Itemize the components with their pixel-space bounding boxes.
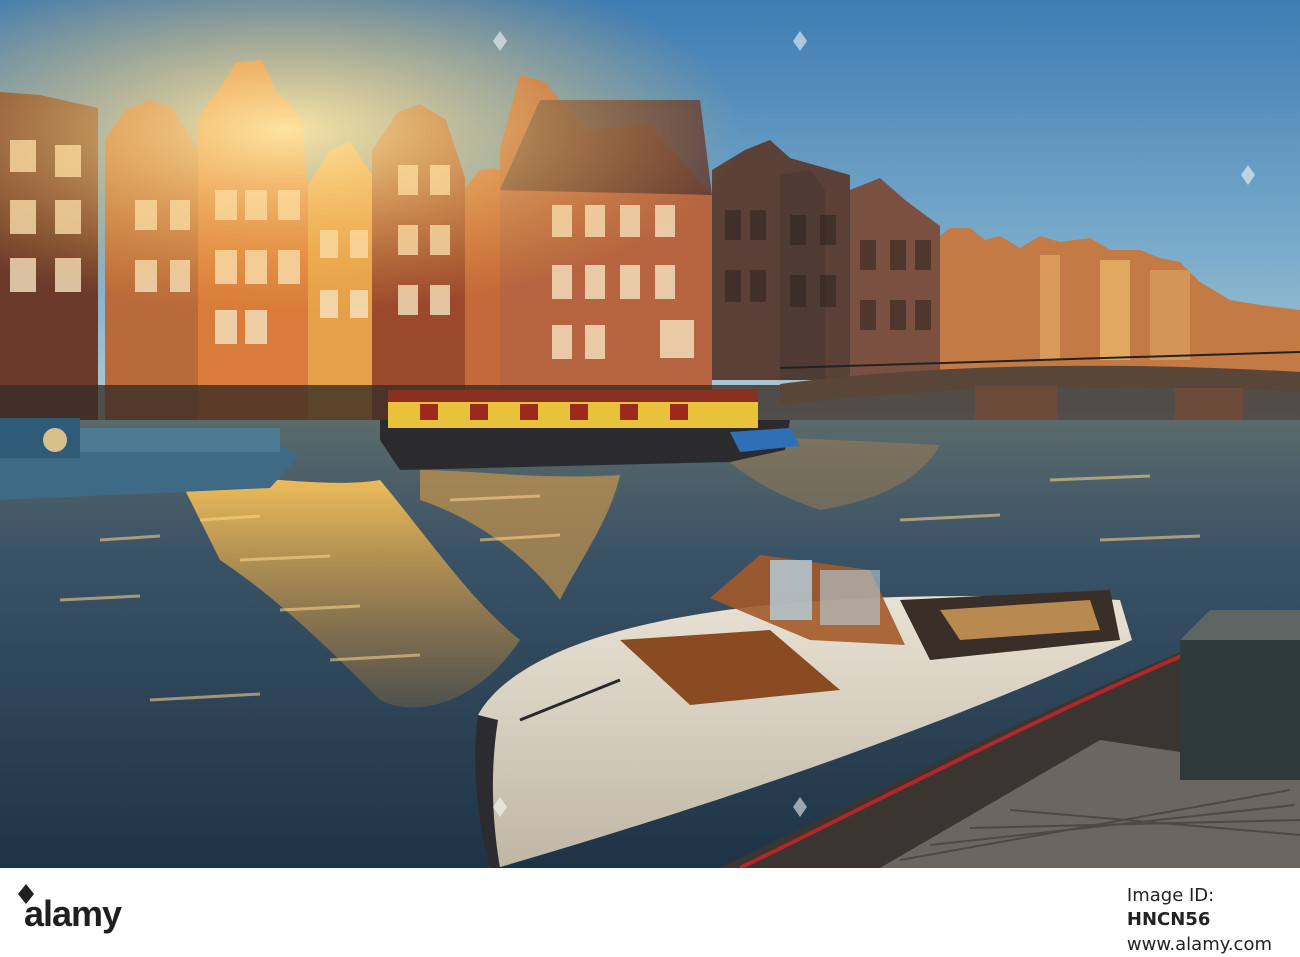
houseboat-blue [0, 418, 300, 500]
image-id-label: Image ID: [1126, 885, 1215, 906]
watermark-diamond-icon [792, 796, 808, 818]
watermark-diamond-icon [1240, 164, 1256, 186]
photo-scene [0, 0, 1300, 868]
alamy-logo-mark: alamy [18, 884, 123, 934]
image-id-value: HNCN56 [1126, 909, 1211, 931]
watermark-footer [0, 868, 1300, 957]
canal-photograph [0, 0, 1300, 868]
watermark-diamond-icon [792, 30, 808, 52]
watermark-diamond-icon [492, 796, 508, 818]
site-url: www.alamy.com [1126, 933, 1272, 955]
alamy-brand-text: alamy [24, 893, 122, 934]
alamy-logo: alamy [18, 878, 178, 934]
houseboat-yellow [380, 390, 800, 470]
watermark-diamond-icon [492, 30, 508, 52]
image-id-block: Image ID: HNCN56 www.alamy.com [1127, 884, 1272, 957]
